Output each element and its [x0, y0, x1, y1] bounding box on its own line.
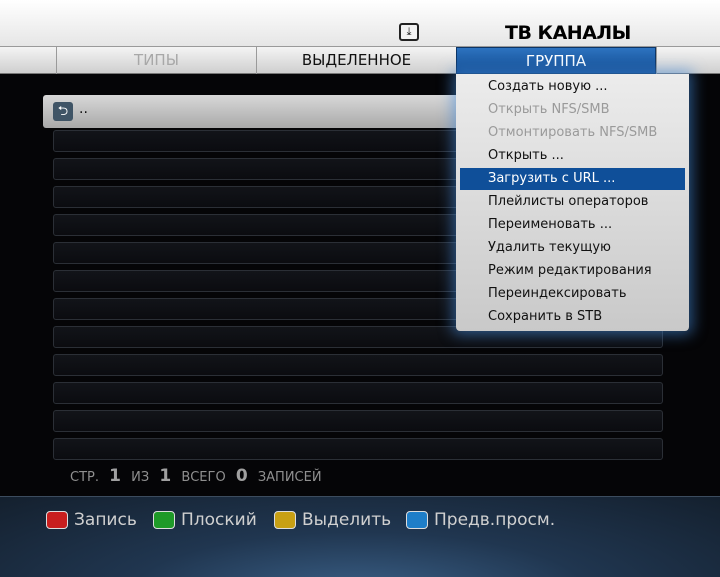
- menu-item-open[interactable]: Открыть ...: [460, 145, 685, 167]
- red-key-icon: [46, 511, 68, 529]
- menu-item-open-nfs-smb[interactable]: Открыть NFS/SMB: [460, 99, 685, 121]
- pager-pages: 1: [159, 466, 172, 486]
- softkey-yellow[interactable]: Выделить: [274, 509, 391, 531]
- tab-bar: ТИПЫ ВЫДЕЛЕННОЕ ГРУППА: [0, 46, 720, 74]
- menu-item-edit-mode[interactable]: Режим редактирования: [460, 260, 685, 282]
- menu-item-rename[interactable]: Переименовать ...: [460, 214, 685, 236]
- group-dropdown-menu: Создать новую ... Открыть NFS/SMB Отмонт…: [456, 74, 689, 331]
- softkey-green[interactable]: Плоский: [153, 509, 257, 531]
- tab-divider: [656, 47, 720, 74]
- pager-page: 1: [109, 466, 121, 486]
- tab-selected[interactable]: ВЫДЕЛЕННОЕ: [256, 47, 456, 74]
- pager-records-word: ЗАПИСЕЙ: [257, 470, 322, 485]
- list-item[interactable]: [53, 382, 663, 404]
- list-item[interactable]: [53, 354, 663, 376]
- pager: СТР. 1 ИЗ 1 ВСЕГО 0 ЗАПИСЕЙ: [68, 466, 324, 486]
- softkey-blue[interactable]: Предв.просм.: [406, 509, 555, 531]
- softkey-bar: Запись Плоский Выделить Предв.просм.: [0, 496, 720, 577]
- pager-total: 0: [235, 466, 248, 486]
- pager-page-word: СТР.: [70, 470, 99, 485]
- pager-total-word: ВСЕГО: [181, 470, 226, 485]
- softkey-blue-label: Предв.просм.: [434, 510, 556, 530]
- blue-key-icon: [406, 511, 428, 529]
- menu-item-reindex[interactable]: Переиндексировать: [460, 283, 685, 305]
- app-title: ТВ КАНАЛЫ: [505, 22, 631, 44]
- softkey-green-label: Плоский: [181, 510, 257, 530]
- menu-item-load-from-url[interactable]: Загрузить с URL ...: [460, 168, 685, 190]
- yellow-key-icon: [274, 511, 296, 529]
- menu-item-unmount-nfs-smb[interactable]: Отмонтировать NFS/SMB: [460, 122, 685, 144]
- tab-group[interactable]: ГРУППА: [456, 47, 656, 74]
- menu-item-delete-current[interactable]: Удалить текущую: [460, 237, 685, 259]
- list-item[interactable]: [53, 438, 663, 460]
- softkey-red[interactable]: Запись: [46, 509, 137, 531]
- back-arrow-icon: ⮌: [53, 102, 73, 121]
- back-label: ..: [79, 101, 88, 117]
- pager-of-word: ИЗ: [131, 470, 150, 485]
- download-icon[interactable]: ⤓: [399, 23, 419, 41]
- title-bar: ⤓ ТВ КАНАЛЫ: [0, 0, 720, 46]
- list-item[interactable]: [53, 410, 663, 432]
- green-key-icon: [153, 511, 175, 529]
- menu-item-save-to-stb[interactable]: Сохранить в STB: [460, 306, 685, 328]
- menu-item-create-new[interactable]: Создать новую ...: [460, 76, 685, 98]
- menu-item-operator-playlists[interactable]: Плейлисты операторов: [460, 191, 685, 213]
- softkey-red-label: Запись: [74, 510, 137, 530]
- softkey-yellow-label: Выделить: [302, 510, 392, 530]
- tab-types[interactable]: ТИПЫ: [56, 47, 256, 74]
